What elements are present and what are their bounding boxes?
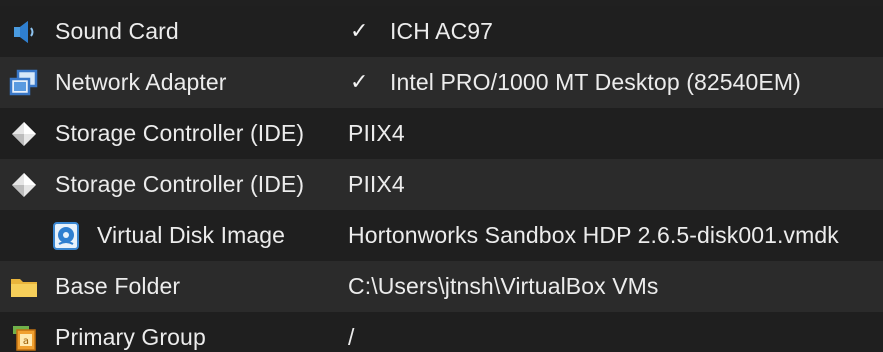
row-value: C:\Users\jtnsh\VirtualBox VMs xyxy=(348,273,659,299)
settings-row-storage-controller-2[interactable]: Storage Controller (IDE) PIIX4 xyxy=(0,159,883,210)
settings-row-virtual-disk-image[interactable]: Virtual Disk Image Hortonworks Sandbox H… xyxy=(0,210,883,261)
row-label: Storage Controller (IDE) xyxy=(55,120,305,146)
settings-row-base-folder[interactable]: Base Folder C:\Users\jtnsh\VirtualBox VM… xyxy=(0,261,883,312)
folder-icon xyxy=(8,271,40,303)
row-label: Network Adapter xyxy=(55,69,227,95)
settings-row-primary-group[interactable]: a Primary Group / xyxy=(0,312,883,352)
storage-controller-icon xyxy=(8,169,40,201)
virtual-disk-icon xyxy=(50,220,82,252)
settings-row-sound-card[interactable]: Sound Card ✓ ICH AC97 xyxy=(0,6,883,57)
row-label: Base Folder xyxy=(55,273,181,299)
row-value: / xyxy=(348,324,355,350)
group-icon: a xyxy=(8,322,40,352)
row-label: Storage Controller (IDE) xyxy=(55,171,305,197)
settings-row-storage-controller-1[interactable]: Storage Controller (IDE) PIIX4 xyxy=(0,108,883,159)
svg-text:a: a xyxy=(23,336,29,347)
row-value: ICH AC97 xyxy=(390,18,494,44)
row-value: PIIX4 xyxy=(348,120,405,146)
settings-row-network-adapter[interactable]: Network Adapter ✓ Intel PRO/1000 MT Desk… xyxy=(0,57,883,108)
row-label: Primary Group xyxy=(55,324,206,350)
row-label: Virtual Disk Image xyxy=(97,222,286,248)
checkmark-icon: ✓ xyxy=(350,19,369,44)
row-value: Hortonworks Sandbox HDP 2.6.5-disk001.vm… xyxy=(348,222,839,248)
row-value: Intel PRO/1000 MT Desktop (82540EM) xyxy=(390,69,801,95)
row-value: PIIX4 xyxy=(348,171,405,197)
row-label: Sound Card xyxy=(55,18,179,44)
storage-controller-icon xyxy=(8,118,40,150)
checkmark-icon: ✓ xyxy=(350,70,369,95)
network-adapter-icon xyxy=(8,67,40,99)
appliance-settings-list: Sound Card ✓ ICH AC97 Network Adapter ✓ … xyxy=(0,0,883,352)
speaker-icon xyxy=(8,16,40,48)
